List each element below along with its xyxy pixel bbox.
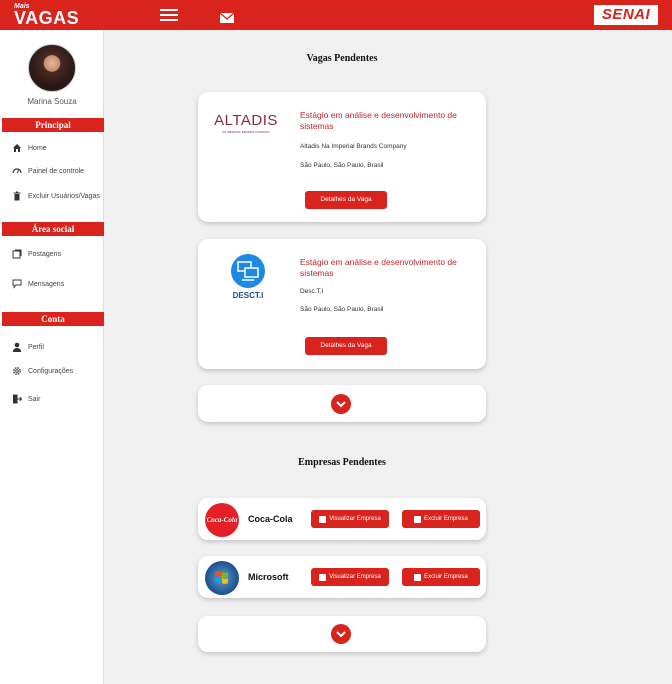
user-name: Marina Souza <box>27 97 77 106</box>
vagas-pendentes-title: Vagas Pendentes <box>306 53 378 64</box>
chat-icon <box>12 279 22 289</box>
sidebar-item-postagens[interactable]: Postagens <box>12 248 61 260</box>
chevron-down-icon <box>336 401 346 408</box>
home-icon <box>13 144 21 152</box>
job-details-button[interactable]: Detalhes da Vaga <box>305 337 387 355</box>
coca-cola-logo: Coca-Cola <box>205 503 239 537</box>
delete-company-button[interactable]: Excluir Empresa <box>402 568 480 586</box>
empresas-pendentes-title: Empresas Pendentes <box>298 457 386 468</box>
posts-icon <box>12 249 22 259</box>
avatar[interactable] <box>28 44 76 92</box>
trash-icon <box>13 191 21 201</box>
button-label: Visualizar Empresa <box>329 574 381 580</box>
sidebar-item-label: Mensagens <box>28 280 65 288</box>
altadis-logo: ALTADIS AN IMPERIAL BRANDS COMPANY <box>210 112 282 134</box>
logo-text: Coca-Cola <box>206 516 238 524</box>
sidebar-item-excluir[interactable]: Excluir Usuários/Vagas <box>12 190 100 202</box>
senai-logo: SENAI <box>594 5 658 25</box>
company-card: Microsoft Visualizar Empresa Excluir Emp… <box>198 556 486 598</box>
logo-main-text: VAGAS <box>14 8 80 28</box>
job-location: São Paulo, São Paulo, Brasil <box>300 162 384 169</box>
sidebar-item-label: Sair <box>28 395 41 403</box>
mais-vagas-logo[interactable]: Mais VAGAS <box>14 3 79 27</box>
button-label: Excluir Empresa <box>424 574 468 580</box>
job-company: Altadis Na Imperial Brands Company <box>300 143 407 150</box>
logo-text: ALTADIS <box>214 112 278 129</box>
sidebar-item-configuracoes[interactable]: Configurações <box>12 365 73 377</box>
sidebar-item-label: Configurações <box>28 367 74 375</box>
view-company-button[interactable]: Visualizar Empresa <box>311 568 389 586</box>
gear-icon <box>13 367 21 375</box>
sidebar-item-mensagens[interactable]: Mensagens <box>12 278 64 290</box>
more-companies-card <box>198 616 486 652</box>
dashboard-icon <box>12 168 22 174</box>
job-card: ALTADIS AN IMPERIAL BRANDS COMPANY Estág… <box>198 92 486 222</box>
company-card: Coca-Cola Coca-Cola Visualizar Empresa E… <box>198 498 486 540</box>
chevron-down-icon <box>336 631 346 638</box>
delete-company-button[interactable]: Excluir Empresa <box>402 510 480 528</box>
mail-icon[interactable] <box>219 10 235 23</box>
sidebar: Marina Souza Principal Home Painel de co… <box>0 30 104 684</box>
sidebar-item-painel[interactable]: Painel de controle <box>12 165 84 177</box>
microsoft-logo <box>205 561 239 595</box>
sidebar-item-label: Perfil <box>28 343 44 351</box>
sidebar-item-label: Home <box>28 144 47 152</box>
section-principal: Principal <box>2 118 104 132</box>
sidebar-item-sair[interactable]: Sair <box>12 393 40 405</box>
sidebar-item-label: Excluir Usuários/Vagas <box>28 192 100 200</box>
trash-icon <box>414 573 422 581</box>
section-area-social: Área social <box>2 222 104 236</box>
view-icon <box>319 573 327 581</box>
job-title[interactable]: Estágio em análise e desenvolvimento de … <box>300 257 460 279</box>
company-name: Coca-Cola <box>248 514 293 524</box>
hamburger-menu-icon[interactable] <box>160 9 178 21</box>
job-location: São Paulo, São Paulo, Brasil <box>300 306 384 313</box>
job-card: DESCT.I Estágio em análise e desenvolvim… <box>198 239 486 369</box>
job-title[interactable]: Estágio em análise e desenvolvimento de … <box>300 110 460 132</box>
sidebar-item-home[interactable]: Home <box>12 142 47 154</box>
expand-companies-button[interactable] <box>331 624 351 644</box>
trash-icon <box>414 515 422 523</box>
button-label: Excluir Empresa <box>424 516 468 522</box>
company-name: Microsoft <box>248 572 289 582</box>
job-company: Desc.T.I <box>300 288 324 295</box>
section-conta: Conta <box>2 312 104 326</box>
windows-logo-icon <box>215 571 228 584</box>
more-jobs-card <box>198 385 486 422</box>
job-details-button[interactable]: Detalhes da Vaga <box>305 191 387 209</box>
logout-icon <box>13 394 22 404</box>
top-bar: Mais VAGAS SENAI <box>0 0 672 30</box>
view-icon <box>319 515 327 523</box>
view-company-button[interactable]: Visualizar Empresa <box>311 510 389 528</box>
desc-ti-logo: DESCT.I <box>222 253 274 300</box>
sidebar-item-label: Painel de controle <box>28 167 85 175</box>
sidebar-item-perfil[interactable]: Perfil <box>12 341 44 353</box>
expand-jobs-button[interactable] <box>331 394 351 414</box>
computer-logo-icon <box>231 254 265 288</box>
button-label: Visualizar Empresa <box>329 516 381 522</box>
sidebar-item-label: Postagens <box>28 250 62 258</box>
user-icon <box>12 342 22 352</box>
logo-text: DESCT.I <box>232 291 264 300</box>
logo-subtext: AN IMPERIAL BRANDS COMPANY <box>221 130 270 134</box>
